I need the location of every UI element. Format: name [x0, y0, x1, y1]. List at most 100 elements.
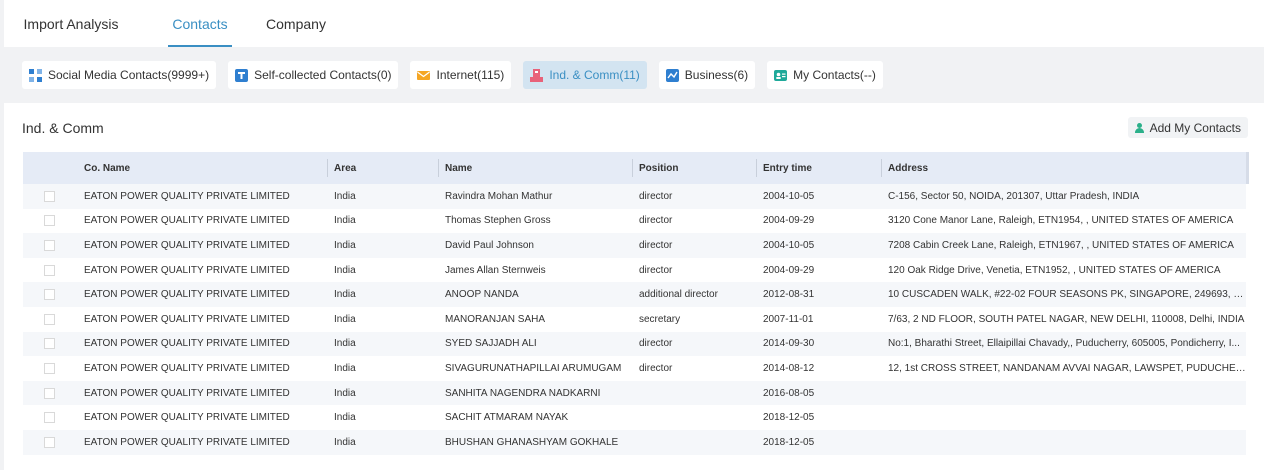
row-checkbox[interactable] [44, 313, 55, 325]
contacts-panel: Ind. & Comm Add My Contacts Co. Name Are… [4, 103, 1264, 470]
cell-address: 10 CUSCADEN WALK, #22-02 FOUR SEASONS PK… [888, 289, 1246, 301]
cell-entry-time: 2014-08-12 [763, 362, 815, 374]
cell-area: India [334, 313, 356, 325]
cell-area: India [334, 338, 356, 350]
cell-area: India [334, 362, 356, 374]
row-checkbox[interactable] [44, 362, 55, 374]
row-select-cell [23, 215, 84, 227]
table-row[interactable]: EATON POWER QUALITY PRIVATE LIMITED India… [23, 282, 1246, 307]
cell-area: India [334, 289, 356, 301]
cell-position: additional director [639, 289, 718, 301]
table-row[interactable]: EATON POWER QUALITY PRIVATE LIMITED India… [23, 331, 1246, 357]
table-row[interactable]: EATON POWER QUALITY PRIVATE LIMITED India… [23, 356, 1246, 381]
cell-name: MANORANJAN SAHA [445, 313, 546, 325]
cell-name: James Allan Sternweis [445, 264, 546, 276]
social-media-icon [29, 68, 42, 82]
cell-name: SIVAGURUNATHAPILLAI ARUMUGAM [445, 362, 622, 374]
panel-title: Ind. & Comm [22, 120, 104, 136]
cell-co-name: EATON POWER QUALITY PRIVATE LIMITED [84, 313, 290, 325]
row-checkbox[interactable] [44, 387, 55, 399]
top-tab-bar: Import Analysis Contacts Company [4, 0, 1264, 47]
cell-co-name: EATON POWER QUALITY PRIVATE LIMITED [84, 412, 290, 424]
row-select-cell [23, 239, 84, 251]
cell-entry-time: 2004-09-29 [763, 215, 815, 227]
header-address[interactable]: Address [881, 159, 1246, 177]
row-checkbox[interactable] [44, 239, 55, 251]
table-row[interactable]: EATON POWER QUALITY PRIVATE LIMITED India… [23, 307, 1246, 332]
cell-entry-time: 2012-08-31 [763, 289, 815, 301]
row-select-cell [23, 190, 84, 202]
tab-contacts[interactable]: Contacts [168, 0, 232, 47]
subtab-label: Business(6) [684, 68, 749, 82]
table-header: Co. Name Area Name Position Entry time A… [23, 152, 1249, 184]
cell-entry-time: 2004-09-29 [763, 264, 815, 276]
cell-area: India [334, 387, 356, 399]
cell-co-name: EATON POWER QUALITY PRIVATE LIMITED [84, 215, 290, 227]
cell-position: director [639, 239, 673, 251]
subtab-internet[interactable]: Internet(115) [410, 61, 512, 89]
contacts-table: Co. Name Area Name Position Entry time A… [23, 152, 1249, 455]
tab-company[interactable]: Company [264, 0, 328, 47]
row-select-cell [23, 387, 84, 399]
subtab-social-media[interactable]: Social Media Contacts(9999+) [22, 61, 217, 89]
cell-name: SANHITA NAGENDRA NADKARNI [445, 387, 601, 399]
cell-co-name: EATON POWER QUALITY PRIVATE LIMITED [84, 264, 290, 276]
table-row[interactable]: EATON POWER QUALITY PRIVATE LIMITED India… [23, 429, 1246, 455]
building-icon [530, 68, 544, 82]
table-row[interactable]: EATON POWER QUALITY PRIVATE LIMITED India… [23, 258, 1246, 283]
row-select-cell [23, 338, 84, 350]
contact-card-icon [774, 69, 788, 82]
table-row[interactable]: EATON POWER QUALITY PRIVATE LIMITED India… [23, 380, 1246, 406]
row-checkbox[interactable] [44, 436, 55, 448]
cell-name: Ravindra Mohan Mathur [445, 190, 553, 202]
header-area[interactable]: Area [327, 159, 438, 177]
subtab-label: Ind. & Comm(11) [549, 68, 640, 82]
cell-area: India [334, 412, 356, 424]
row-checkbox[interactable] [44, 289, 55, 301]
table-row[interactable]: EATON POWER QUALITY PRIVATE LIMITED India… [23, 209, 1246, 234]
cell-entry-time: 2016-08-05 [763, 387, 815, 399]
row-checkbox[interactable] [44, 190, 55, 202]
cell-entry-time: 2004-10-05 [763, 239, 815, 251]
add-my-contacts-button[interactable]: Add My Contacts [1127, 117, 1248, 138]
cell-position: director [639, 215, 673, 227]
cell-entry-time: 2018-12-05 [763, 436, 815, 448]
cell-address: 12, 1st CROSS STREET, NANDANAM AVVAI NAG… [888, 362, 1246, 374]
contact-source-tabs: Social Media Contacts(9999+) Self-collec… [22, 61, 883, 89]
cell-position: director [639, 190, 673, 202]
cell-position: director [639, 362, 673, 374]
row-checkbox[interactable] [44, 215, 55, 227]
header-name[interactable]: Name [438, 159, 632, 177]
table-row[interactable]: EATON POWER QUALITY PRIVATE LIMITED India… [23, 184, 1246, 209]
subtab-my-contacts[interactable]: My Contacts(--) [767, 61, 883, 89]
cell-co-name: EATON POWER QUALITY PRIVATE LIMITED [84, 387, 290, 399]
envelope-icon [417, 69, 431, 82]
subtab-ind-comm[interactable]: Ind. & Comm(11) [523, 61, 647, 89]
add-my-contacts-label: Add My Contacts [1149, 120, 1241, 135]
table-row[interactable]: EATON POWER QUALITY PRIVATE LIMITED India… [23, 233, 1246, 258]
cell-area: India [334, 215, 356, 227]
cell-address: C-156, Sector 50, NOIDA, 201307, Uttar P… [888, 190, 1140, 202]
header-entry-time[interactable]: Entry time [756, 159, 881, 177]
subtab-label: My Contacts(--) [793, 68, 876, 82]
cell-name: Thomas Stephen Gross [445, 215, 551, 227]
subtab-business[interactable]: Business(6) [658, 61, 756, 89]
row-checkbox[interactable] [44, 264, 55, 276]
cell-entry-time: 2014-09-30 [763, 338, 815, 350]
table-scrollbar[interactable] [1246, 152, 1249, 184]
row-checkbox[interactable] [44, 412, 55, 424]
header-co-name[interactable]: Co. Name [84, 152, 327, 184]
cell-co-name: EATON POWER QUALITY PRIVATE LIMITED [84, 362, 290, 374]
row-checkbox[interactable] [44, 338, 55, 350]
row-select-cell [23, 313, 84, 325]
cell-co-name: EATON POWER QUALITY PRIVATE LIMITED [84, 338, 290, 350]
tab-import-analysis[interactable]: Import Analysis [16, 0, 126, 47]
cell-position: secretary [639, 313, 681, 325]
cell-co-name: EATON POWER QUALITY PRIVATE LIMITED [84, 190, 290, 202]
subtab-self-collected[interactable]: Self-collected Contacts(0) [228, 61, 399, 89]
table-row[interactable]: EATON POWER QUALITY PRIVATE LIMITED India… [23, 405, 1246, 430]
cell-name: BHUSHAN GHANASHYAM GOKHALE [445, 436, 619, 448]
cell-position: director [639, 264, 673, 276]
header-position[interactable]: Position [632, 159, 756, 177]
subtab-label: Self-collected Contacts(0) [254, 68, 392, 82]
